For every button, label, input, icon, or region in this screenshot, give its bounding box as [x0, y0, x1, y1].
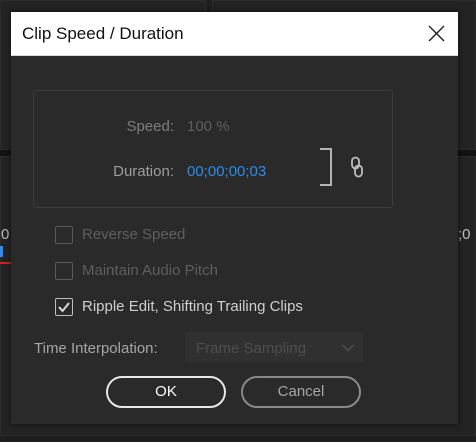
- time-interpolation-dropdown[interactable]: Frame Sampling: [185, 332, 363, 362]
- close-icon: [428, 25, 445, 42]
- dropdown-selected-value: Frame Sampling: [196, 340, 307, 357]
- background-playhead-left: [0, 246, 3, 257]
- checkbox-label: Ripple Edit, Shifting Trailing Clips: [82, 298, 303, 315]
- link-bracket: [320, 148, 332, 186]
- checkbox-box: [55, 226, 73, 244]
- dialog-title: Clip Speed / Duration: [22, 24, 184, 43]
- ripple-edit-checkbox[interactable]: Ripple Edit, Shifting Trailing Clips: [55, 298, 345, 318]
- maintain-audio-pitch-checkbox[interactable]: Maintain Audio Pitch: [55, 262, 255, 282]
- checkmark-icon: [58, 302, 70, 313]
- speed-value: 100 %: [187, 118, 230, 135]
- ok-button[interactable]: OK: [106, 376, 226, 408]
- speed-duration-group: [33, 90, 393, 208]
- reverse-speed-checkbox[interactable]: Reverse Speed: [55, 226, 215, 246]
- speed-label: Speed:: [126, 118, 174, 135]
- background-timecode-right: ;0: [458, 226, 471, 243]
- background-timecode-left: 0: [1, 226, 10, 243]
- clip-speed-dialog: Clip Speed / Duration Speed: 100 % Durat…: [11, 12, 458, 424]
- cancel-button[interactable]: Cancel: [241, 376, 361, 408]
- chain-link-icon[interactable]: [350, 156, 364, 178]
- duration-label: Duration:: [113, 163, 174, 180]
- checkbox-label: Reverse Speed: [82, 226, 186, 243]
- chevron-down-icon: [342, 344, 354, 352]
- close-button[interactable]: [414, 12, 458, 55]
- time-interpolation-label: Time Interpolation:: [34, 340, 158, 357]
- checkbox-box: [55, 262, 73, 280]
- checkbox-label: Maintain Audio Pitch: [82, 262, 218, 279]
- dialog-titlebar: Clip Speed / Duration: [11, 12, 458, 56]
- duration-value[interactable]: 00;00;00;03: [187, 163, 266, 180]
- checkbox-box: [55, 298, 73, 316]
